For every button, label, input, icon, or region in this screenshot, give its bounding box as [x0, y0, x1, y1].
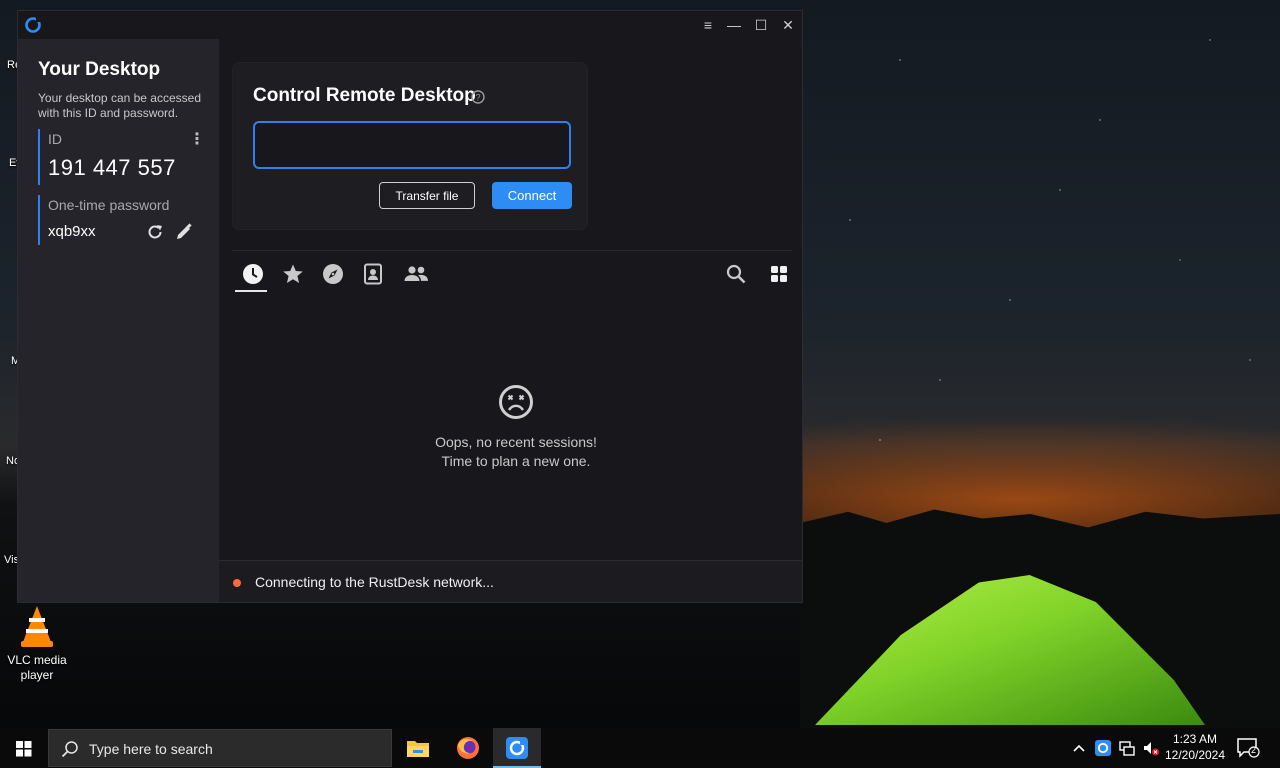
maximize-button[interactable]: ☐ — [750, 15, 772, 35]
notification-count: 2 — [1251, 745, 1257, 755]
transfer-file-button[interactable]: Transfer file — [379, 182, 475, 209]
compass-icon — [323, 264, 343, 284]
tab-group[interactable] — [397, 261, 429, 291]
folder-icon — [407, 741, 429, 757]
rustdesk-icon — [506, 737, 528, 759]
id-label: ID — [48, 131, 62, 147]
id-value[interactable]: 191 447 557 — [48, 155, 176, 181]
title-bar[interactable]: ≡ — ☐ ✕ — [18, 11, 802, 39]
windows-logo-icon — [16, 741, 32, 757]
firefox-icon — [457, 737, 479, 759]
search-sessions-button[interactable] — [719, 261, 751, 291]
sidebar-description: Your desktop can be accessed with this I… — [38, 91, 202, 120]
grid-view-icon — [771, 266, 787, 282]
connect-button[interactable]: Connect — [492, 182, 572, 209]
tab-address-book[interactable] — [356, 261, 388, 291]
network-icon[interactable] — [1118, 738, 1136, 758]
tab-recent-sessions[interactable] — [236, 261, 268, 291]
password-label: One-time password — [48, 197, 170, 213]
firefox-button[interactable] — [444, 728, 492, 768]
search-icon — [726, 264, 746, 284]
password-block: One-time password xqb9xx — [38, 195, 203, 245]
rustdesk-tray-icon[interactable] — [1094, 738, 1112, 758]
rustdesk-logo-icon — [24, 16, 42, 34]
svg-text:?: ? — [475, 93, 480, 103]
close-button[interactable]: ✕ — [777, 15, 799, 35]
notification-icon — [1237, 738, 1260, 758]
volume-muted-icon[interactable] — [1142, 738, 1160, 758]
empty-state-message: Oops, no recent sessions! Time to plan a… — [435, 434, 597, 469]
address-book-icon — [364, 263, 382, 285]
menu-icon[interactable]: ≡ — [697, 15, 719, 35]
rustdesk-taskbar-button[interactable] — [493, 728, 541, 768]
sidebar: Your Desktop Your desktop can be accesse… — [18, 39, 219, 602]
sad-face-icon — [498, 384, 534, 420]
star-icon — [283, 264, 303, 283]
rustdesk-window: ≡ — ☐ ✕ Your Desktop Your desktop can be… — [17, 10, 803, 603]
taskbar-search[interactable]: Type here to search — [48, 729, 392, 767]
vlc-label[interactable]: VLC media player — [5, 653, 69, 683]
clock-icon — [243, 264, 263, 284]
minimize-button[interactable]: — — [723, 15, 745, 35]
view-toggle-button[interactable] — [762, 261, 794, 291]
tab-favorites[interactable] — [276, 261, 308, 291]
refresh-password-icon[interactable] — [145, 222, 165, 242]
status-indicator-dot — [233, 579, 241, 587]
notification-center-button[interactable]: 2 — [1236, 737, 1260, 759]
tab-discovered[interactable] — [316, 261, 348, 291]
taskbar: Type here to search 1:23 AM 12/20/2024 2 — [0, 728, 1280, 768]
status-text: Connecting to the RustDesk network... — [255, 574, 494, 590]
start-button[interactable] — [0, 728, 48, 768]
search-icon — [61, 741, 78, 758]
help-icon[interactable]: ? — [471, 90, 485, 104]
search-placeholder: Type here to search — [89, 741, 213, 757]
sidebar-title: Your Desktop — [38, 59, 161, 80]
status-bar: Connecting to the RustDesk network... — [219, 560, 802, 602]
password-value[interactable]: xqb9xx — [48, 223, 96, 240]
show-hidden-icons-chevron-up-icon[interactable] — [1070, 738, 1088, 758]
card-title: Control Remote Desktop — [253, 85, 476, 106]
taskbar-clock[interactable]: 1:23 AM 12/20/2024 — [1160, 731, 1230, 763]
section-divider — [232, 250, 792, 251]
vlc-icon[interactable] — [20, 604, 54, 648]
edit-password-icon[interactable] — [174, 222, 194, 242]
control-remote-card: Control Remote Desktop ? Transfer file C… — [232, 62, 588, 230]
more-options-icon[interactable]: ⋮ — [189, 129, 205, 149]
main-panel: Control Remote Desktop ? Transfer file C… — [219, 39, 802, 602]
file-explorer-button[interactable] — [394, 728, 442, 768]
group-icon — [404, 266, 428, 281]
remote-id-input[interactable] — [253, 121, 571, 169]
active-tab-indicator — [235, 290, 267, 292]
id-block: ID 191 447 557 ⋮ — [38, 129, 205, 185]
